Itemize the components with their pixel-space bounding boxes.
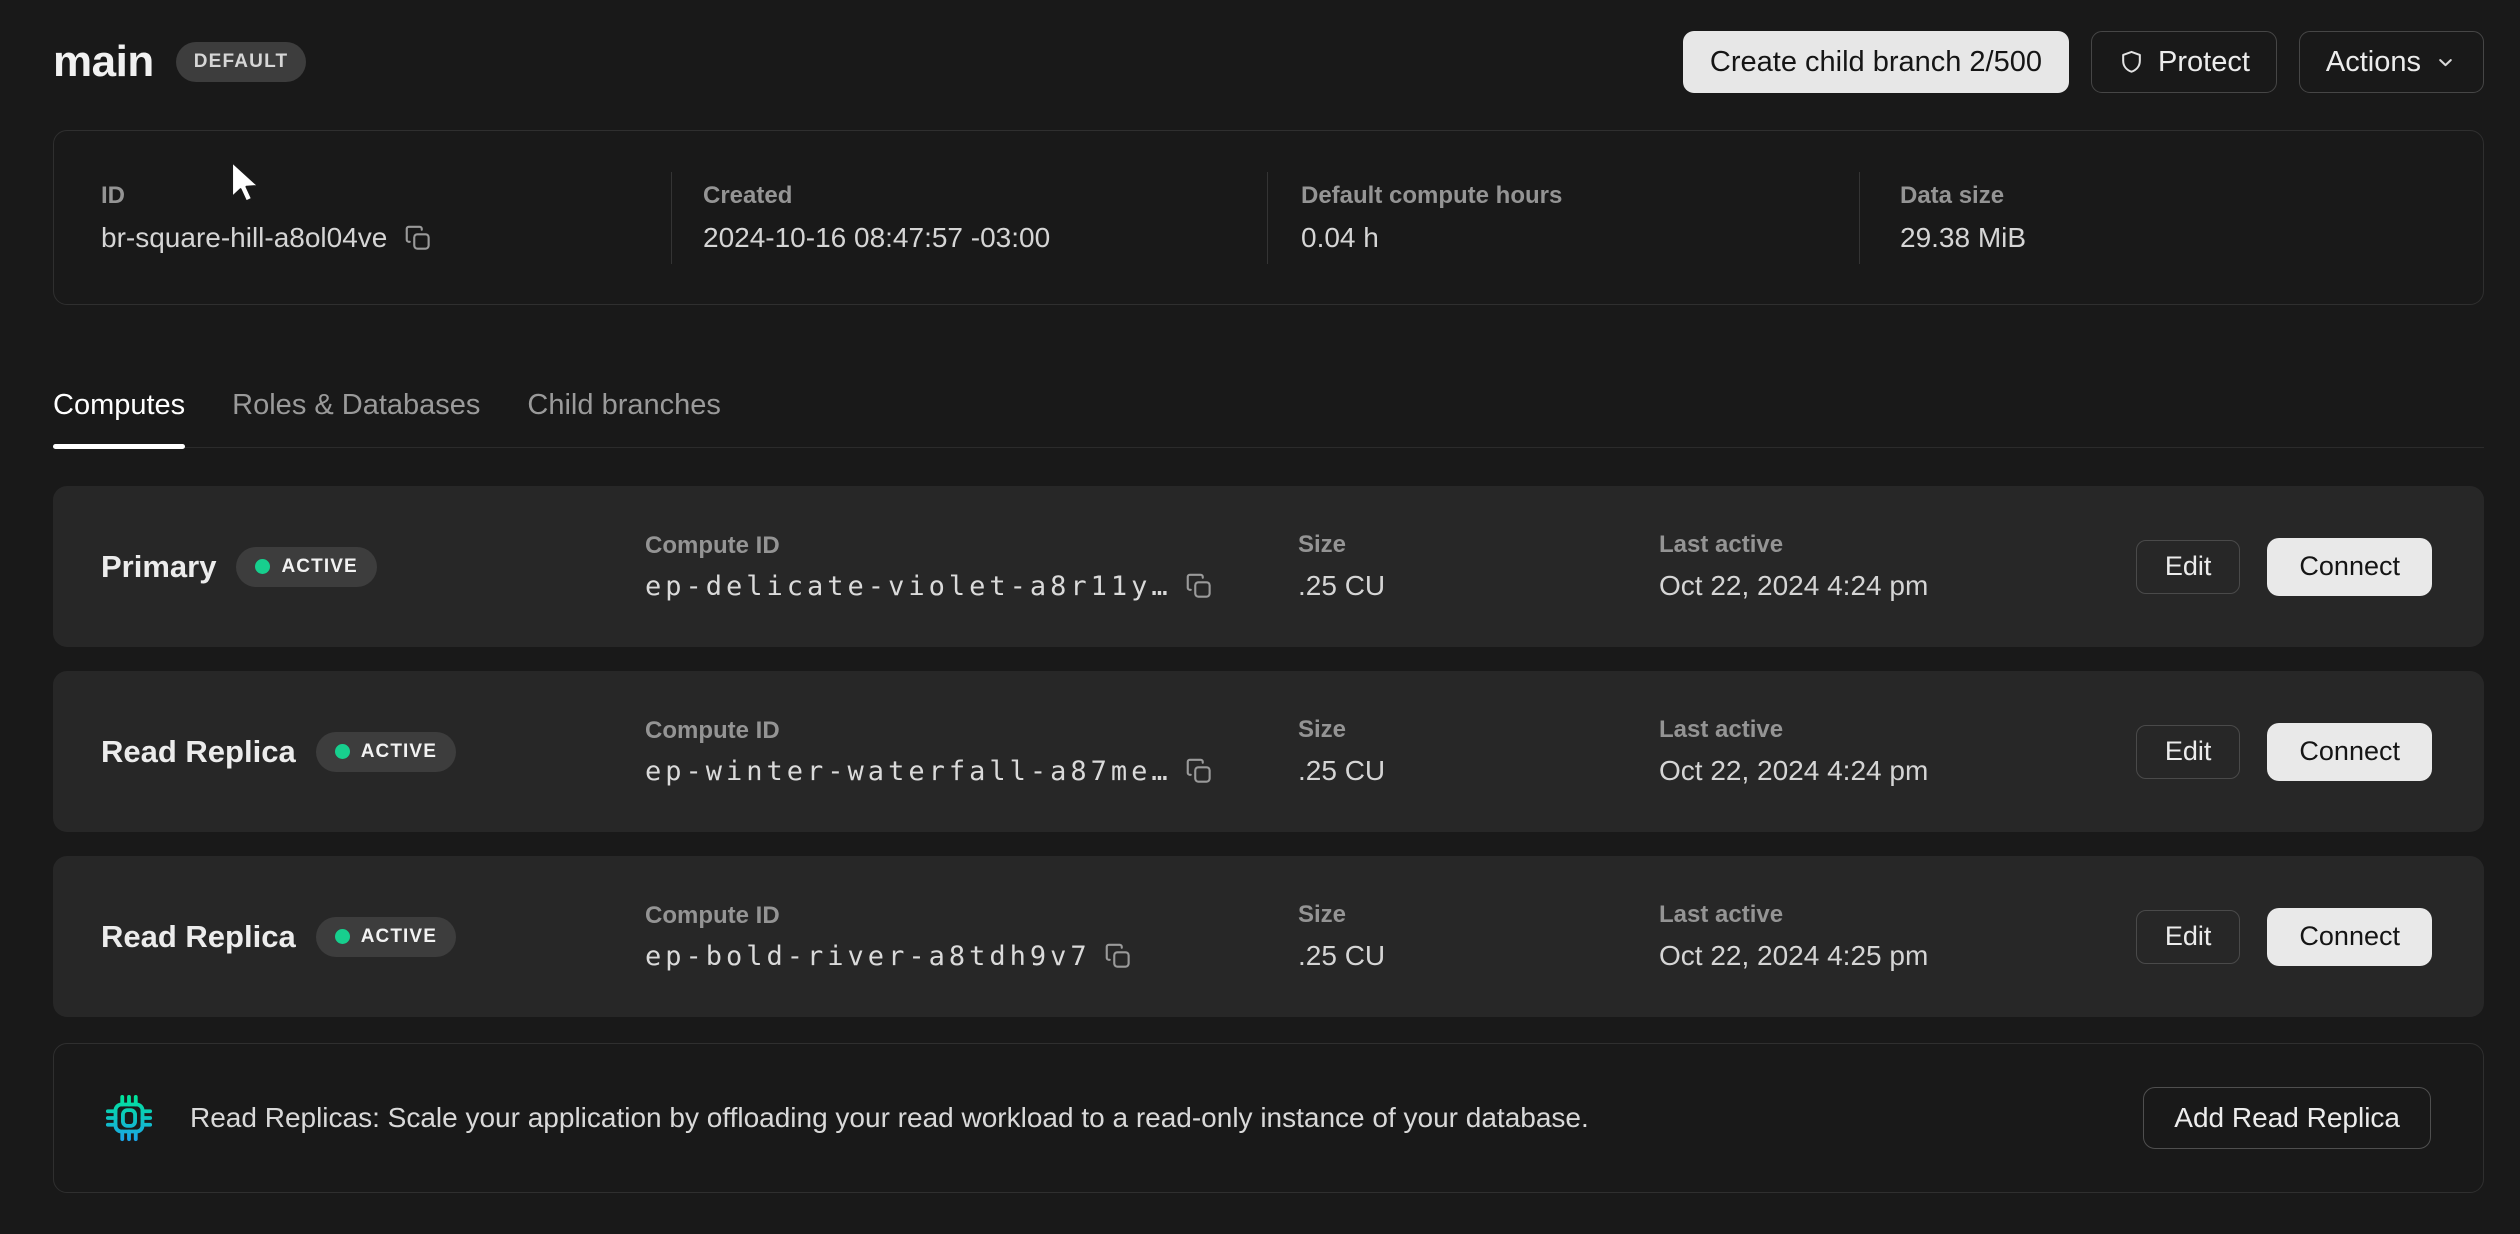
default-badge: DEFAULT [176,42,307,82]
actions-button[interactable]: Actions [2299,31,2484,93]
compute-id-label: Compute ID [645,902,1298,930]
page-title: main [53,37,154,87]
tab-bar: Computes Roles & Databases Child branche… [53,369,2484,448]
field-label-id: ID [101,182,671,210]
last-active-label: Last active [1659,531,2136,559]
edit-button[interactable]: Edit [2136,540,2241,594]
add-read-replica-button[interactable]: Add Read Replica [2143,1087,2431,1149]
copy-icon [403,223,433,253]
compute-id-value: ep-winter-waterfall-a87me… [645,756,1172,787]
title-wrap: main DEFAULT [53,37,306,87]
create-child-branch-button[interactable]: Create child branch 2/500 [1683,31,2069,93]
last-active-label: Last active [1659,716,2136,744]
connect-button[interactable]: Connect [2267,723,2432,781]
read-replica-banner: Read Replicas: Scale your application by… [53,1043,2484,1193]
edit-button[interactable]: Edit [2136,725,2241,779]
edit-button[interactable]: Edit [2136,910,2241,964]
header-actions: Create child branch 2/500 Protect Action… [1683,31,2484,93]
status-badge: ACTIVE [316,917,456,957]
compute-name: Primary [101,549,216,585]
actions-button-label: Actions [2326,46,2421,79]
compute-id-label: Compute ID [645,532,1298,560]
shield-icon [2118,49,2145,76]
tab-child-branches[interactable]: Child branches [527,369,720,447]
last-active-value: Oct 22, 2024 4:24 pm [1659,570,2136,602]
size-label: Size [1298,716,1659,744]
branch-details-card: ID br-square-hill-a8ol04ve Created 2024-… [53,130,2484,305]
size-label: Size [1298,531,1659,559]
compute-hours-value: 0.04 h [1301,222,1859,254]
status-badge: ACTIVE [236,547,376,587]
last-active-value: Oct 22, 2024 4:24 pm [1659,755,2136,787]
status-label: ACTIVE [281,556,357,578]
connect-button[interactable]: Connect [2267,908,2432,966]
field-label-created: Created [703,182,1267,210]
size-value: .25 CU [1298,755,1659,787]
copy-compute-id-button[interactable] [1184,756,1214,786]
status-badge: ACTIVE [316,732,456,772]
copy-icon [1184,756,1214,786]
status-dot-icon [335,744,350,759]
last-active-label: Last active [1659,901,2136,929]
status-label: ACTIVE [361,741,437,763]
compute-id-value: ep-bold-river-a8tdh9v7 [645,941,1091,972]
created-value: 2024-10-16 08:47:57 -03:00 [703,222,1267,254]
copy-compute-id-button[interactable] [1184,571,1214,601]
copy-branch-id-button[interactable] [403,223,433,253]
tab-roles-databases[interactable]: Roles & Databases [232,369,480,447]
branch-id-value: br-square-hill-a8ol04ve [101,222,387,254]
data-size-value: 29.38 MiB [1900,222,2483,254]
detail-field-data-size: Data size 29.38 MiB [1860,131,2483,304]
protect-button[interactable]: Protect [2091,31,2277,93]
copy-icon [1184,571,1214,601]
compute-row-read-replica-1: Read Replica ACTIVE Compute ID ep-winter… [53,671,2484,832]
field-label-compute-hours: Default compute hours [1301,182,1859,210]
page-header: main DEFAULT Create child branch 2/500 P… [53,0,2484,94]
tab-computes[interactable]: Computes [53,369,185,447]
read-replica-description: Read Replicas: Scale your application by… [190,1102,2143,1134]
chevron-down-icon [2434,51,2457,74]
size-value: .25 CU [1298,940,1659,972]
last-active-value: Oct 22, 2024 4:25 pm [1659,940,2136,972]
compute-name: Read Replica [101,734,296,770]
connect-button[interactable]: Connect [2267,538,2432,596]
status-dot-icon [255,559,270,574]
size-label: Size [1298,901,1659,929]
size-value: .25 CU [1298,570,1659,602]
compute-id-value: ep-delicate-violet-a8r11y… [645,571,1172,602]
detail-field-id: ID br-square-hill-a8ol04ve [54,131,671,304]
compute-name: Read Replica [101,919,296,955]
detail-field-created: Created 2024-10-16 08:47:57 -03:00 [672,131,1267,304]
branch-page: main DEFAULT Create child branch 2/500 P… [53,0,2484,1193]
copy-icon [1103,941,1133,971]
detail-field-compute-hours: Default compute hours 0.04 h [1268,131,1859,304]
status-label: ACTIVE [361,926,437,948]
chip-icon [102,1091,156,1145]
status-dot-icon [335,929,350,944]
compute-row-read-replica-2: Read Replica ACTIVE Compute ID ep-bold-r… [53,856,2484,1017]
compute-row-primary: Primary ACTIVE Compute ID ep-delicate-vi… [53,486,2484,647]
protect-button-label: Protect [2158,46,2250,79]
compute-id-label: Compute ID [645,717,1298,745]
copy-compute-id-button[interactable] [1103,941,1133,971]
field-label-data-size: Data size [1900,182,2483,210]
